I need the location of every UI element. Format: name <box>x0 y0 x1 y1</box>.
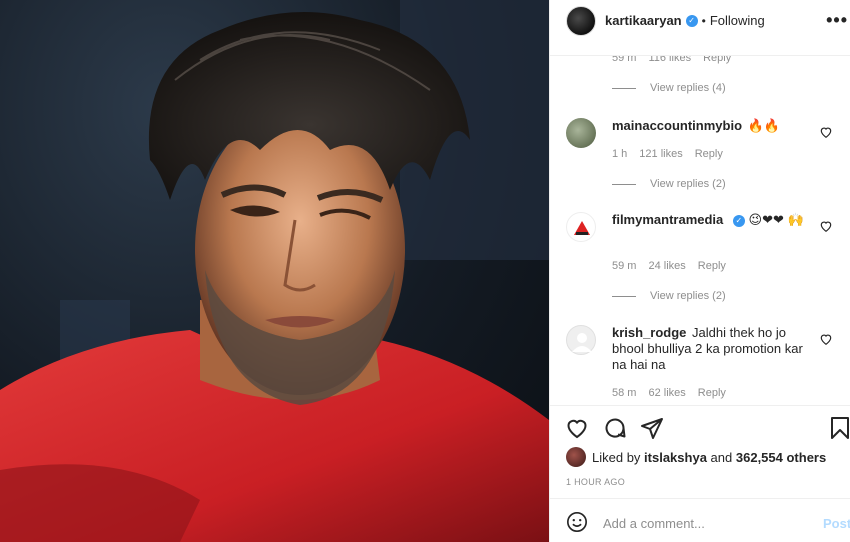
like-comment-heart-icon[interactable] <box>819 219 833 233</box>
liked-by-avatar[interactable] <box>566 447 586 467</box>
comment-meta: 58 m 62 likes Reply <box>612 387 726 399</box>
comment-icon[interactable] <box>603 416 627 440</box>
default-user-icon <box>572 333 592 352</box>
commenter-username[interactable]: filmymantramedia <box>612 212 723 227</box>
replies-line <box>612 87 636 89</box>
filmymantra-logo-icon <box>574 221 590 235</box>
like-comment-heart-icon[interactable] <box>819 125 833 139</box>
post-header: kartikaaryan ✓ • Following ••• <box>550 0 850 41</box>
comment-likes[interactable]: 62 likes <box>648 387 685 399</box>
post-comment-button[interactable]: Post <box>823 516 850 531</box>
post-actions <box>550 405 850 449</box>
view-replies-label: View replies (2) <box>650 290 726 302</box>
reply-button[interactable]: Reply <box>703 56 731 64</box>
reply-button[interactable]: Reply <box>695 148 723 160</box>
verified-icon: ✓ <box>685 14 698 27</box>
like-comment-heart-icon[interactable] <box>819 332 833 346</box>
portrait-image <box>0 0 549 542</box>
bookmark-icon[interactable] <box>828 416 850 440</box>
share-icon[interactable] <box>640 416 664 440</box>
comment-body: krish_rodge Jaldhi thek ho jo bhool bhul… <box>612 325 812 373</box>
comment-text: 🔥🔥 <box>747 118 781 133</box>
comment-likes[interactable]: 116 likes <box>648 56 691 64</box>
commenter-avatar[interactable] <box>566 118 596 148</box>
comment-time: 58 m <box>612 387 637 399</box>
comment-time: 59 m <box>612 55 637 64</box>
author-avatar[interactable] <box>566 5 596 36</box>
replies-line <box>612 295 636 297</box>
comment-meta: 59 m 24 likes Reply <box>612 260 726 272</box>
reply-button[interactable]: Reply <box>698 260 726 272</box>
post-panel: kartikaaryan ✓ • Following ••• 59 m 116 … <box>549 0 850 542</box>
commenter-username[interactable]: krish_rodge <box>612 325 686 340</box>
comment-time: 59 m <box>612 260 637 272</box>
comment-likes[interactable]: 24 likes <box>648 260 685 272</box>
comment-body: filmymantramedia ✓ 😉❤❤ 🙌 <box>612 212 812 228</box>
add-comment-bar: Add a comment... Post <box>550 498 850 542</box>
view-replies-label: View replies (4) <box>650 82 726 94</box>
post-photo[interactable] <box>0 0 549 542</box>
following-button[interactable]: Following <box>710 13 765 28</box>
post-timestamp[interactable]: 1 HOUR AGO <box>566 477 625 487</box>
reply-button[interactable]: Reply <box>698 387 726 399</box>
view-replies-button[interactable]: View replies (4) <box>612 82 726 94</box>
comment-time: 1 h <box>612 148 628 160</box>
likes-count[interactable]: 362,554 others <box>736 450 826 465</box>
more-options-icon[interactable]: ••• <box>826 10 848 31</box>
author-username[interactable]: kartikaaryan <box>605 13 682 28</box>
comment-likes[interactable]: 121 likes <box>639 148 682 160</box>
heart-icon[interactable] <box>565 416 589 440</box>
commenter-avatar[interactable] <box>566 212 596 242</box>
liked-by-and: and <box>710 449 733 465</box>
comment-body: mainaccountinmybio 🔥🔥 <box>612 118 812 134</box>
verified-icon: ✓ <box>732 214 745 227</box>
replies-line <box>612 183 636 185</box>
view-replies-button[interactable]: View replies (2) <box>612 290 726 302</box>
comment-meta: 1 h 121 likes Reply <box>612 148 723 160</box>
liked-by-prefix: Liked by <box>592 449 641 465</box>
liked-by-username[interactable]: itslakshya <box>644 450 707 465</box>
commenter-username[interactable]: mainaccountinmybio <box>612 118 742 133</box>
comments-list[interactable]: 59 m 116 likes Reply View replies (4) ma… <box>550 55 850 405</box>
separator-dot: • <box>701 13 706 28</box>
view-replies-label: View replies (2) <box>650 178 726 190</box>
commenter-avatar[interactable] <box>566 325 596 355</box>
view-replies-button[interactable]: View replies (2) <box>612 178 726 190</box>
likes-summary: Liked by itslakshya and 362,554 others <box>566 447 826 467</box>
comment-input[interactable]: Add a comment... <box>603 516 705 531</box>
emoji-icon[interactable] <box>566 511 588 533</box>
comment-meta: 59 m 116 likes Reply <box>612 55 731 64</box>
comment-text: 😉❤❤ 🙌 <box>748 212 804 227</box>
